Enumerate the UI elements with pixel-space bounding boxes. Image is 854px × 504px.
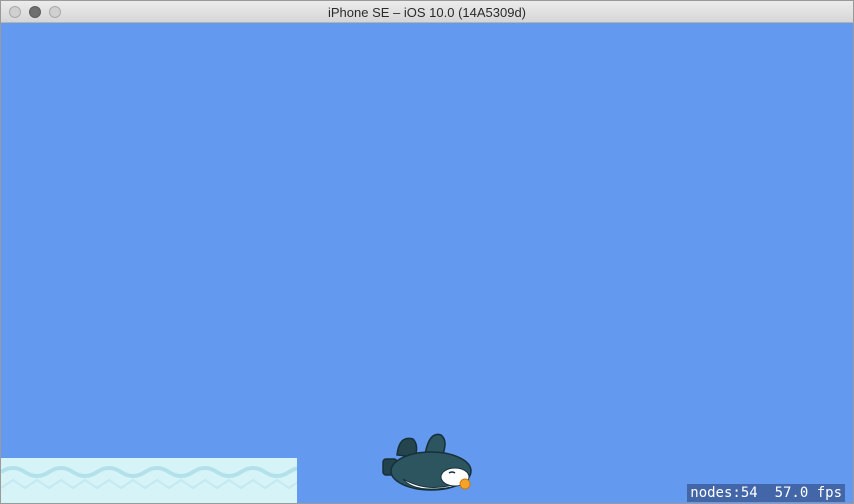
node-count: nodes:54 bbox=[690, 485, 758, 501]
penguin-beak bbox=[459, 478, 471, 490]
debug-stats-overlay: nodes:54 57.0 fps bbox=[687, 484, 845, 502]
game-scene[interactable]: nodes:54 57.0 fps bbox=[1, 23, 853, 503]
penguin-sprite bbox=[382, 433, 472, 491]
simulator-window: iPhone SE – iOS 10.0 (14A5309d) nodes:54 bbox=[0, 0, 854, 504]
window-title: iPhone SE – iOS 10.0 (14A5309d) bbox=[327, 5, 527, 20]
title-bar[interactable]: iPhone SE – iOS 10.0 (14A5309d) bbox=[1, 1, 853, 23]
fps-counter: 57.0 fps bbox=[774, 485, 842, 501]
ice-ground-tile bbox=[1, 458, 297, 503]
